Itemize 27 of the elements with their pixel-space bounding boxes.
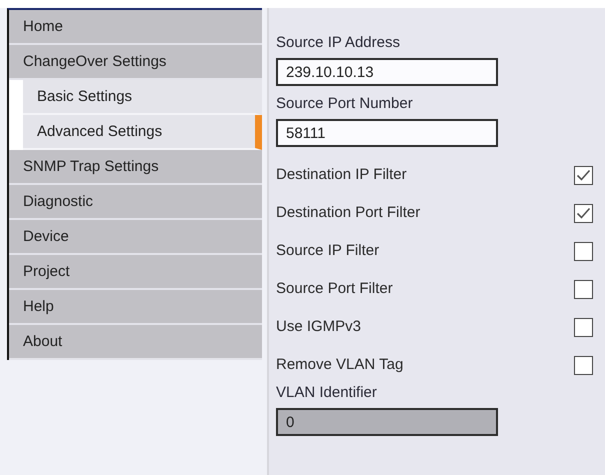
checkbox-label: Source IP Filter <box>276 240 380 261</box>
sidebar-subitem[interactable]: Advanced Settings <box>23 115 262 150</box>
checkbox-label: Source Port Filter <box>276 278 393 299</box>
sidebar-item[interactable]: Device <box>9 220 262 255</box>
checkbox[interactable] <box>574 166 593 184</box>
field-label: Source IP Address <box>276 34 401 52</box>
checkbox-label: Remove VLAN Tag <box>276 354 404 375</box>
field-label: Source Port Number <box>276 95 414 113</box>
checkbox[interactable] <box>574 356 593 374</box>
sidebar-item[interactable]: SNMP Trap Settings <box>9 150 262 185</box>
checkbox[interactable] <box>574 242 593 260</box>
input-field[interactable]: 239.10.10.13 <box>276 58 498 86</box>
field-label: VLAN Identifier <box>276 384 378 402</box>
checkbox[interactable] <box>574 204 593 222</box>
checkbox[interactable] <box>574 318 593 336</box>
sidebar-item[interactable]: ChangeOver Settings <box>9 45 262 80</box>
sidebar-subitem[interactable]: Basic Settings <box>23 80 262 115</box>
input-field[interactable]: 58111 <box>276 119 498 147</box>
checkbox-label: Destination IP Filter <box>276 164 407 185</box>
sidebar-item[interactable]: Help <box>9 290 262 325</box>
sidebar-item[interactable]: Project <box>9 255 262 290</box>
checkbox-label: Use IGMPv3 <box>276 316 362 337</box>
sidebar-item[interactable]: Home <box>9 10 262 45</box>
sidebar-item[interactable]: Diagnostic <box>9 185 262 220</box>
checkbox-label: Destination Port Filter <box>276 202 420 223</box>
checkbox[interactable] <box>574 280 593 298</box>
sidebar-item[interactable]: About <box>9 325 262 360</box>
